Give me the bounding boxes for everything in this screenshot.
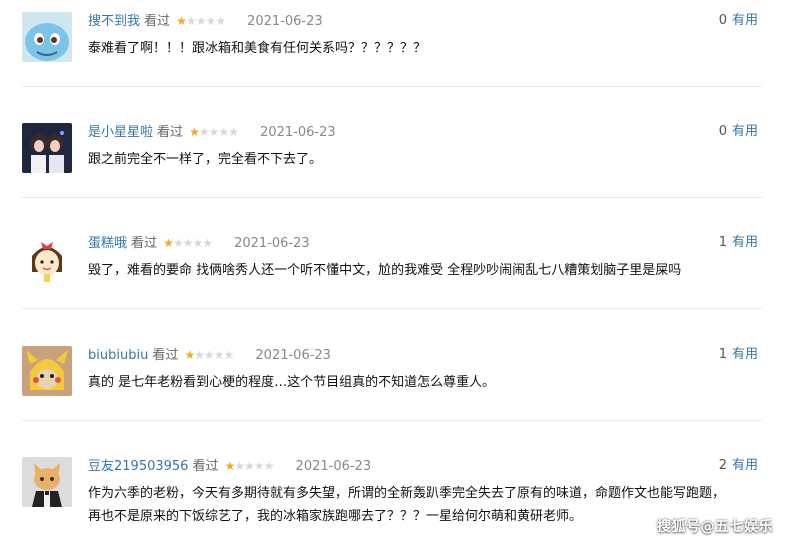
useful-count: 0 <box>718 124 727 139</box>
review-content: 毁了，难看的要命 找俩啥秀人还一个听不懂中文，尬的我难受 全程吵吵闹闹乱七八糟策… <box>88 263 682 278</box>
username-link[interactable]: 搜不到我 <box>88 14 140 29</box>
username-link[interactable]: 是小星星啦 <box>88 125 153 140</box>
watched-label: 看过 <box>131 236 158 251</box>
rating-stars: ★★★★★ <box>189 125 239 139</box>
rating-stars: ★★★★★ <box>176 14 226 28</box>
useful-button[interactable]: 有用 <box>732 235 758 250</box>
username-link[interactable]: biubiubiu <box>88 348 148 363</box>
watched-label: 看过 <box>192 459 219 474</box>
useful-count: 0 <box>718 13 727 28</box>
review-content: 泰难看了啊！！！跟冰箱和美食有任何关系吗？？？？？？ <box>88 41 427 56</box>
review-item: biubiubiu 看过 ★★★★★ 2021-06-23 1 有用 真的 是七年老… <box>22 346 762 406</box>
useful-vote[interactable]: 2 有用 <box>719 457 758 475</box>
review-date: 2021-06-23 <box>295 459 372 474</box>
useful-button[interactable]: 有用 <box>732 458 758 473</box>
user-avatar[interactable] <box>22 12 72 62</box>
user-avatar[interactable] <box>22 234 72 284</box>
user-avatar[interactable] <box>22 457 72 507</box>
divider <box>22 308 762 309</box>
review-item: 是小星星啦 看过 ★★★★★ 2021-06-23 0 有用 跟之前完全不一样了，完… <box>22 123 762 183</box>
watched-label: 看过 <box>152 348 179 363</box>
review-content: 作为六季的老粉，今天有多期待就有多失望，所谓的全新轰趴季完全失去了原有的味道，命… <box>88 486 726 524</box>
useful-count: 2 <box>718 458 727 473</box>
useful-vote[interactable]: 1 有用 <box>719 346 758 364</box>
review-date: 2021-06-23 <box>247 14 323 29</box>
review-content: 跟之前完全不一样了，完全看不下去了。 <box>88 152 323 167</box>
review-item: 豆友219503956 看过 ★★★★★ 2021-06-23 2 有用 作为六季的… <box>22 457 762 537</box>
useful-button[interactable]: 有用 <box>732 347 758 362</box>
useful-vote[interactable]: 0 有用 <box>719 123 758 141</box>
rating-stars: ★★★★★ <box>163 236 213 250</box>
watermark: 搜狐号@五七娱乐 <box>657 519 773 535</box>
useful-count: 1 <box>718 235 727 250</box>
useful-vote[interactable]: 1 有用 <box>719 234 758 252</box>
watched-label: 看过 <box>144 14 171 29</box>
user-avatar[interactable] <box>22 123 72 173</box>
username-link[interactable]: 豆友219503956 <box>88 459 188 474</box>
divider <box>22 86 762 87</box>
review-item: 蛋糕哦 看过 ★★★★★ 2021-06-23 1 有用 毁了，难看的要命 找俩啥秀… <box>22 234 762 294</box>
rating-stars: ★★★★★ <box>184 348 234 362</box>
review-date: 2021-06-23 <box>255 348 331 363</box>
divider <box>22 420 762 421</box>
review-date: 2021-06-23 <box>234 236 310 251</box>
watched-label: 看过 <box>157 125 184 140</box>
review-item: 搜不到我 看过 ★★★★★ 2021-06-23 0 有用 泰难看了啊！！！跟冰箱和… <box>22 12 762 72</box>
useful-count: 1 <box>718 347 727 362</box>
review-content: 真的 是七年老粉看到心梗的程度…这个节目组真的不知道怎么尊重人。 <box>88 375 496 390</box>
rating-stars: ★★★★★ <box>224 459 275 473</box>
useful-button[interactable]: 有用 <box>732 124 758 139</box>
divider <box>22 197 762 198</box>
useful-button[interactable]: 有用 <box>732 13 758 28</box>
review-date: 2021-06-23 <box>260 125 336 140</box>
username-link[interactable]: 蛋糕哦 <box>88 236 127 251</box>
user-avatar[interactable] <box>22 346 72 396</box>
useful-vote[interactable]: 0 有用 <box>719 12 758 30</box>
